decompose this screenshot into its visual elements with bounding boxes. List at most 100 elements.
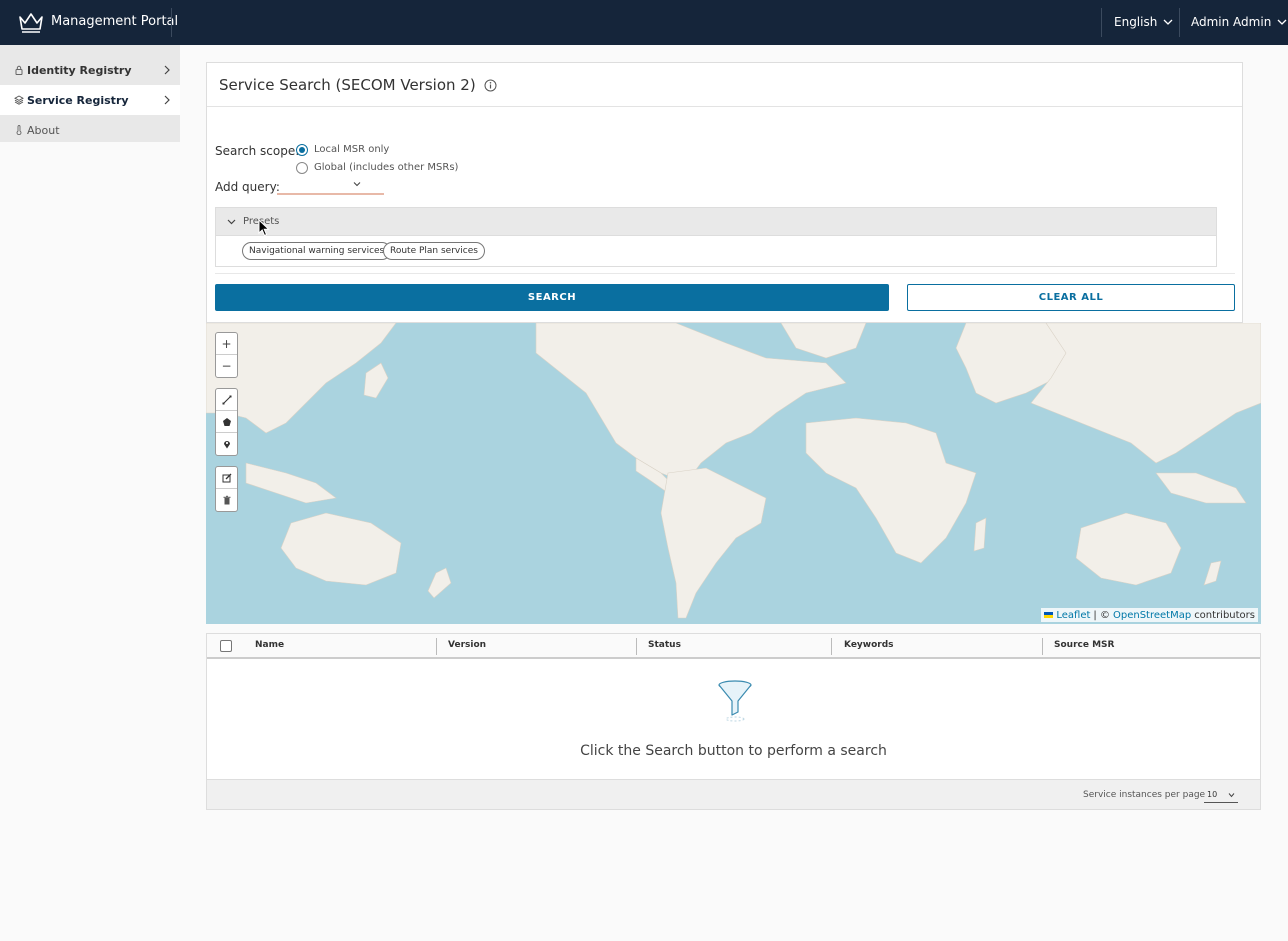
clear-all-button[interactable]: CLEAR ALL [907,284,1235,311]
draw-marker-button[interactable] [216,433,237,455]
per-page-label: Service instances per page [1083,790,1206,800]
sidebar-item-about[interactable]: About [0,115,180,145]
results-table: Name Version Status Keywords Source MSR … [206,633,1261,810]
openstreetmap-link[interactable]: OpenStreetMap [1113,610,1191,621]
scope-local-label[interactable]: Local MSR only [314,144,389,155]
header-divider [1101,8,1102,37]
ukraine-flag-icon [1044,612,1054,618]
per-page-value: 10 [1207,790,1218,799]
lock-icon [15,65,23,75]
map-attribution: Leaflet | © OpenStreetMap contributors [1041,608,1258,622]
presets-toggle[interactable]: Presets [216,208,1216,236]
user-name: Admin Admin [1191,15,1272,29]
header-divider [1179,8,1180,37]
column-header-version[interactable]: Version [448,640,486,650]
zoom-in-button[interactable]: + [216,333,237,355]
chevron-down-icon [1163,19,1173,25]
column-header-keywords[interactable]: Keywords [844,640,894,650]
draw-polyline-button[interactable] [216,389,237,411]
table-header: Name Version Status Keywords Source MSR [207,634,1260,659]
app-title[interactable]: Management Portal [51,14,178,29]
column-resize-handle[interactable] [636,638,637,655]
land-sea-islands-east [1155,472,1247,504]
attribution-contributors: contributors [1194,609,1255,621]
scope-global-label[interactable]: Global (includes other MSRs) [314,162,458,173]
language-selector[interactable]: English [1114,15,1173,29]
zoom-out-button[interactable]: − [216,355,237,377]
thermometer-icon [16,125,22,135]
column-header-source-msr[interactable]: Source MSR [1054,640,1114,650]
chevron-down-icon [1277,19,1287,25]
polygon-icon [222,417,231,426]
service-search-card: Service Search (SECOM Version 2) Search … [206,62,1243,323]
page-title-text: Service Search (SECOM Version 2) [219,76,476,94]
draw-polygon-button[interactable] [216,411,237,433]
empty-state-message: Click the Search button to perform a sea… [580,743,887,759]
search-scope-label: Search scope: [215,144,300,158]
column-resize-handle[interactable] [1042,638,1043,655]
land-new-zealand-east [1203,560,1222,586]
land-japan [363,362,389,399]
zoom-control: + − [215,332,238,378]
search-button[interactable]: SEARCH [215,284,889,311]
table-footer: Service instances per page 10 [207,779,1260,809]
preset-chip-navigational-warning[interactable]: Navigational warning services [242,242,392,260]
chevron-right-icon [164,95,170,105]
sidebar-item-label: About [27,123,60,137]
select-all-checkbox[interactable] [220,640,232,652]
polyline-icon [222,395,231,404]
attribution-separator: | © [1093,609,1110,621]
leaflet-link[interactable]: Leaflet [1056,610,1090,621]
presets-label: Presets [243,216,280,227]
add-query-label: Add query: [215,180,280,194]
map-tiles [206,323,1261,619]
draw-toolbar [215,388,238,456]
info-icon[interactable] [484,79,497,92]
chevron-right-icon [164,65,170,75]
preset-chip-route-plan[interactable]: Route Plan services [383,242,485,260]
chevron-down-icon [1228,793,1235,798]
sidebar-item-label: Service Registry [27,93,129,107]
column-resize-handle[interactable] [436,638,437,655]
scope-local-radio[interactable] [296,144,308,156]
sidebar-item-label: Identity Registry [27,63,132,77]
scope-global-radio[interactable] [296,162,308,174]
sidebar: Identity Registry Service Registry About [0,45,180,142]
column-header-status[interactable]: Status [648,640,681,650]
language-label: English [1114,15,1158,29]
land-greenland [780,323,867,359]
add-query-select[interactable] [277,177,384,195]
sidebar-item-identity-registry[interactable]: Identity Registry [0,55,180,85]
delete-layers-button[interactable] [216,489,237,511]
land-madagascar [973,517,987,552]
land-sea-islands-west [245,462,337,504]
chevron-down-icon [353,182,361,187]
land-south-america [660,467,767,619]
top-header: Management Portal English Admin Admin [0,0,1288,45]
trash-icon [223,495,230,505]
land-africa [805,417,977,564]
filter-funnel-icon [718,680,752,722]
divider [207,106,1242,107]
crown-logo-icon [19,13,43,33]
column-header-name[interactable]: Name [255,640,284,650]
edit-icon [222,473,231,482]
per-page-select[interactable]: 10 [1204,788,1238,803]
presets-panel: Presets Navigational warning services Ro… [215,207,1217,267]
layers-icon [14,95,24,105]
marker-icon [223,441,230,449]
land-australia-west [280,512,402,586]
chevron-down-icon [227,219,236,225]
user-menu[interactable]: Admin Admin [1191,15,1287,29]
land-asia [1030,323,1261,464]
page-title: Service Search (SECOM Version 2) [219,76,497,94]
sidebar-item-service-registry[interactable]: Service Registry [0,85,180,115]
divider [215,273,1235,274]
world-map[interactable]: + − Leaflet | © OpenStreetMap contributo… [206,323,1261,624]
land-new-zealand [427,567,452,599]
column-resize-handle[interactable] [831,638,832,655]
header-divider [171,8,172,37]
land-australia-east [1075,512,1182,586]
edit-layers-button[interactable] [216,467,237,489]
edit-toolbar [215,466,238,512]
